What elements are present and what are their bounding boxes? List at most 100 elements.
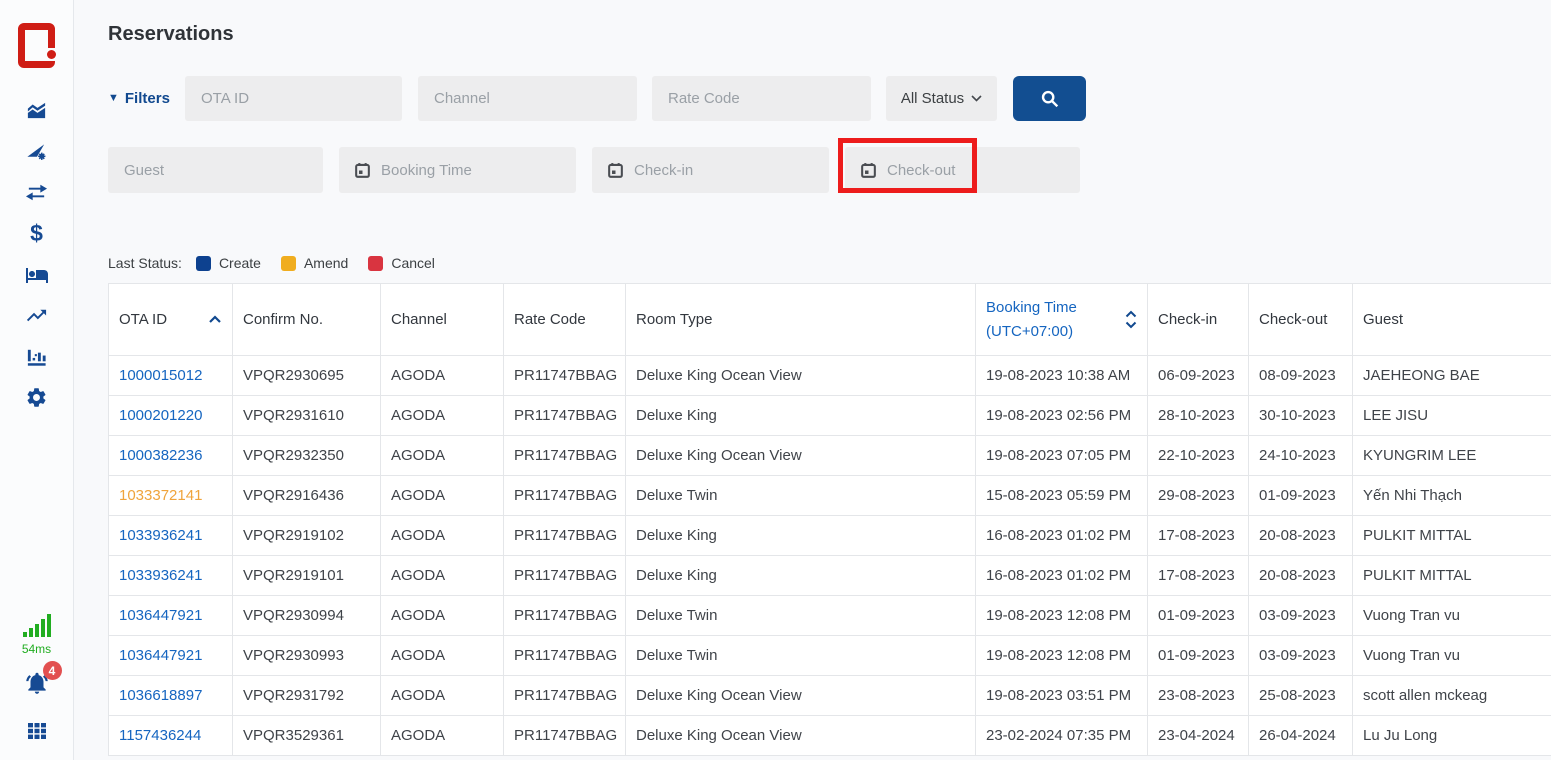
filters-toggle[interactable]: ▼ Filters: [108, 90, 170, 107]
sidebar-item-send-settings[interactable]: [0, 131, 74, 172]
legend-item-cancel: Cancel: [368, 255, 435, 271]
sidebar-bottom: 54ms 4: [22, 613, 52, 760]
legend-label: Last Status:: [108, 255, 182, 271]
cell-check-in: 06-09-2023: [1148, 356, 1249, 396]
channel-input[interactable]: [418, 76, 637, 121]
guest-input[interactable]: [108, 147, 323, 193]
signal-bars-icon: [22, 613, 52, 639]
check-in-filter[interactable]: Check-in: [592, 147, 829, 193]
cell-check-in: 29-08-2023: [1148, 476, 1249, 516]
cell-guest: Lu Ju Long: [1353, 716, 1551, 756]
cell-booking-time: 23-02-2024 07:35 PM: [976, 716, 1148, 756]
notifications-button[interactable]: 4: [24, 670, 50, 701]
cell-ota-id[interactable]: 1000382236: [109, 436, 233, 476]
sort-both-icon[interactable]: [1125, 310, 1137, 329]
sidebar-item-area-chart[interactable]: [0, 90, 74, 131]
cell-ota-id[interactable]: 1000201220: [109, 396, 233, 436]
cell-guest: Yến Nhi Thạch: [1353, 476, 1551, 516]
sidebar-item-rooms[interactable]: [0, 254, 74, 295]
cell-confirm-no: VPQR2932350: [233, 436, 381, 476]
rate-code-input[interactable]: [652, 76, 871, 121]
cell-ota-id[interactable]: 1033372141: [109, 476, 233, 516]
sidebar-item-trends[interactable]: [0, 295, 74, 336]
ota-id-input[interactable]: [185, 76, 402, 121]
check-out-filter[interactable]: Check-out: [845, 147, 1080, 193]
cell-guest: LEE JISU: [1353, 396, 1551, 436]
table-row: 1036447921VPQR2930993AGODAPR11747BBAGDel…: [109, 636, 1551, 676]
table-row: 1033936241VPQR2919101AGODAPR11747BBAGDel…: [109, 556, 1551, 596]
cell-channel: AGODA: [381, 716, 504, 756]
cell-booking-time: 19-08-2023 03:51 PM: [976, 676, 1148, 716]
cell-ota-id[interactable]: 1036447921: [109, 636, 233, 676]
create-status-swatch: [196, 256, 211, 271]
cell-check-in: 01-09-2023: [1148, 636, 1249, 676]
legend-item-create: Create: [196, 255, 261, 271]
col-header-ota-id[interactable]: OTA ID: [109, 284, 233, 356]
app-logo[interactable]: [18, 23, 55, 68]
cell-guest: PULKIT MITTAL: [1353, 556, 1551, 596]
cell-booking-time: 16-08-2023 01:02 PM: [976, 516, 1148, 556]
col-header-room-type: Room Type: [626, 284, 976, 356]
cell-channel: AGODA: [381, 636, 504, 676]
cell-check-out: 20-08-2023: [1249, 556, 1353, 596]
table-row: 1033936241VPQR2919102AGODAPR11747BBAGDel…: [109, 516, 1551, 556]
page-title: Reservations: [108, 23, 234, 46]
cell-room-type: Deluxe King Ocean View: [626, 676, 976, 716]
triangle-down-icon: ▼: [108, 93, 119, 104]
cell-channel: AGODA: [381, 436, 504, 476]
cell-booking-time: 19-08-2023 10:38 AM: [976, 356, 1148, 396]
cell-ota-id[interactable]: 1036447921: [109, 596, 233, 636]
col-header-channel: Channel: [381, 284, 504, 356]
cell-rate-code: PR11747BBAG: [504, 516, 626, 556]
legend-item-amend: Amend: [281, 255, 348, 271]
search-button[interactable]: [1013, 76, 1086, 121]
cell-check-in: 17-08-2023: [1148, 516, 1249, 556]
sidebar-item-settings[interactable]: [0, 377, 74, 418]
cell-confirm-no: VPQR2919101: [233, 556, 381, 596]
apps-menu-button[interactable]: [25, 719, 49, 748]
sidebar-nav: $: [0, 90, 74, 418]
cell-confirm-no: VPQR2930695: [233, 356, 381, 396]
cell-check-in: 22-10-2023: [1148, 436, 1249, 476]
cell-booking-time: 19-08-2023 02:56 PM: [976, 396, 1148, 436]
cell-booking-time: 19-08-2023 12:08 PM: [976, 636, 1148, 676]
cell-check-out: 08-09-2023: [1249, 356, 1353, 396]
transfer-arrows-icon: [25, 181, 48, 204]
cell-room-type: Deluxe King: [626, 516, 976, 556]
table-row: 1157436244VPQR3529361AGODAPR11747BBAGDel…: [109, 716, 1551, 756]
status-dropdown[interactable]: All Status: [886, 76, 997, 121]
logo-door-icon: [18, 23, 55, 68]
cell-guest: PULKIT MITTAL: [1353, 516, 1551, 556]
hotel-bed-icon: [25, 263, 49, 287]
cell-guest: scott allen mckeag: [1353, 676, 1551, 716]
col-header-booking-time[interactable]: Booking Time (UTC+07:00): [976, 284, 1148, 356]
cell-confirm-no: VPQR2919102: [233, 516, 381, 556]
cell-rate-code: PR11747BBAG: [504, 396, 626, 436]
cell-channel: AGODA: [381, 356, 504, 396]
cell-room-type: Deluxe King Ocean View: [626, 436, 976, 476]
cell-confirm-no: VPQR3529361: [233, 716, 381, 756]
legend-create-label: Create: [219, 255, 261, 271]
calendar-icon: [353, 161, 372, 180]
sidebar-item-reports[interactable]: [0, 336, 74, 377]
table-row: 1000201220VPQR2931610AGODAPR11747BBAGDel…: [109, 396, 1551, 436]
cell-rate-code: PR11747BBAG: [504, 676, 626, 716]
sort-asc-icon[interactable]: [208, 315, 222, 324]
check-out-placeholder: Check-out: [887, 162, 955, 179]
cell-ota-id[interactable]: 1033936241: [109, 516, 233, 556]
table-row: 1036618897VPQR2931792AGODAPR11747BBAGDel…: [109, 676, 1551, 716]
filters-label: Filters: [125, 90, 170, 107]
booking-time-filter[interactable]: Booking Time: [339, 147, 576, 193]
cell-ota-id[interactable]: 1033936241: [109, 556, 233, 596]
cell-channel: AGODA: [381, 556, 504, 596]
sidebar-item-revenue[interactable]: $: [0, 213, 74, 254]
cell-check-out: 30-10-2023: [1249, 396, 1353, 436]
sidebar-item-transfer[interactable]: [0, 172, 74, 213]
cell-ota-id[interactable]: 1036618897: [109, 676, 233, 716]
cell-ota-id[interactable]: 1000015012: [109, 356, 233, 396]
send-settings-icon: [25, 140, 48, 163]
cell-room-type: Deluxe Twin: [626, 636, 976, 676]
cell-ota-id[interactable]: 1157436244: [109, 716, 233, 756]
cell-channel: AGODA: [381, 396, 504, 436]
cell-confirm-no: VPQR2916436: [233, 476, 381, 516]
